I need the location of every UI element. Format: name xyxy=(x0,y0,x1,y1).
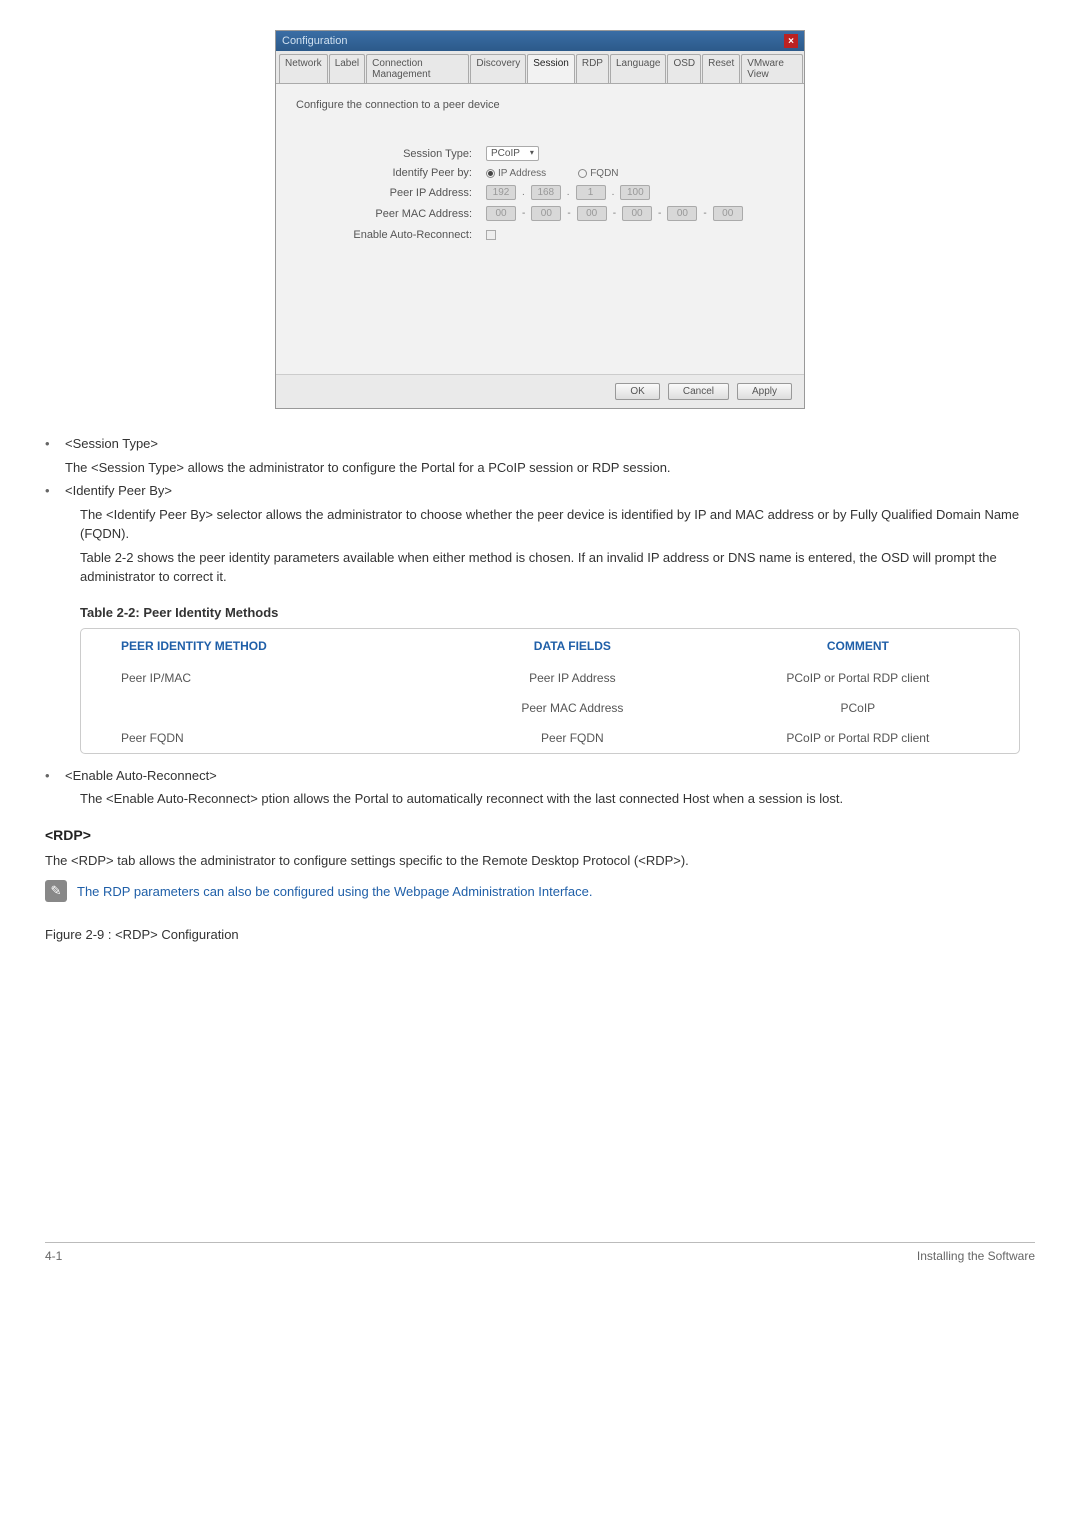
auto-reconnect-label: Enable Auto-Reconnect: xyxy=(296,229,486,241)
figure-label: Figure 2-9 : <RDP> Configuration xyxy=(45,927,1035,942)
tab-language[interactable]: Language xyxy=(610,54,667,83)
tab-reset[interactable]: Reset xyxy=(702,54,740,83)
mac-octet[interactable]: 00 xyxy=(622,206,652,221)
paragraph: The <Identify Peer By> selector allows t… xyxy=(80,505,1035,544)
session-type-select[interactable]: PCoIP xyxy=(486,146,539,161)
tab-connection-management[interactable]: Connection Management xyxy=(366,54,469,83)
peer-mac-label: Peer MAC Address: xyxy=(296,208,486,220)
table-header-row: PEER IDENTITY METHOD DATA FIELDS COMMENT xyxy=(81,629,1019,663)
table-row: Peer MAC Address PCoIP xyxy=(81,693,1019,723)
peer-mac-value: 00- 00- 00- 00- 00- 00 xyxy=(486,206,743,221)
note-text: The RDP parameters can also be configure… xyxy=(77,880,592,902)
bullet-title: <Enable Auto-Reconnect> xyxy=(65,766,1035,786)
dialog-wrapper: Configuration × Network Label Connection… xyxy=(45,30,1035,409)
paragraph: The <Enable Auto-Reconnect> ption allows… xyxy=(80,789,1035,809)
mac-octet[interactable]: 00 xyxy=(577,206,607,221)
bullet-title: <Identify Peer By> xyxy=(65,481,1035,501)
list-item: • <Session Type> xyxy=(45,434,1035,454)
dialog-desc: Configure the connection to a peer devic… xyxy=(296,99,784,111)
table-header: DATA FIELDS xyxy=(448,629,697,663)
ip-octet[interactable]: 168 xyxy=(531,185,561,200)
peer-ip-label: Peer IP Address: xyxy=(296,187,486,199)
note-icon: ✎ xyxy=(45,880,67,902)
table-title: Table 2-2: Peer Identity Methods xyxy=(80,605,1035,620)
bullet-icon: • xyxy=(45,481,65,501)
tab-vmware-view[interactable]: VMware View xyxy=(741,54,803,83)
paragraph: Table 2-2 shows the peer identity parame… xyxy=(80,548,1035,587)
tab-discovery[interactable]: Discovery xyxy=(470,54,526,83)
table-row: Peer FQDN Peer FQDN PCoIP or Portal RDP … xyxy=(81,723,1019,753)
dialog-body: Configure the connection to a peer devic… xyxy=(276,84,804,374)
dialog-title: Configuration xyxy=(282,35,347,47)
close-icon[interactable]: × xyxy=(784,34,798,48)
paragraph: The <Session Type> allows the administra… xyxy=(65,458,1035,478)
list-item: • <Identify Peer By> xyxy=(45,481,1035,501)
dialog-footer: OK Cancel Apply xyxy=(276,374,804,408)
paragraph: The <RDP> tab allows the administrator t… xyxy=(45,851,1035,871)
ip-octet[interactable]: 192 xyxy=(486,185,516,200)
bullet-icon: • xyxy=(45,434,65,454)
ip-octet[interactable]: 100 xyxy=(620,185,650,200)
radio-ip-address[interactable]: IP Address xyxy=(486,168,546,179)
page-footer: 4-1 Installing the Software xyxy=(45,1242,1035,1263)
mac-octet[interactable]: 00 xyxy=(713,206,743,221)
radio-fqdn[interactable]: FQDN xyxy=(578,168,618,179)
tab-label[interactable]: Label xyxy=(329,54,365,83)
table-header: COMMENT xyxy=(697,629,1019,663)
bullet-title: <Session Type> xyxy=(65,434,1035,454)
peer-identity-table: PEER IDENTITY METHOD DATA FIELDS COMMENT… xyxy=(80,628,1020,754)
apply-button[interactable]: Apply xyxy=(737,383,792,400)
session-type-label: Session Type: xyxy=(296,148,486,160)
mac-octet[interactable]: 00 xyxy=(667,206,697,221)
list-item: • <Enable Auto-Reconnect> xyxy=(45,766,1035,786)
tab-osd[interactable]: OSD xyxy=(667,54,701,83)
ok-button[interactable]: OK xyxy=(615,383,659,400)
config-dialog: Configuration × Network Label Connection… xyxy=(275,30,805,409)
footer-left: 4-1 xyxy=(45,1249,62,1263)
bullet-icon: • xyxy=(45,766,65,786)
tab-network[interactable]: Network xyxy=(279,54,328,83)
tab-session[interactable]: Session xyxy=(527,54,575,83)
tab-row: Network Label Connection Management Disc… xyxy=(276,51,804,84)
peer-ip-value: 192. 168. 1. 100 xyxy=(486,185,650,200)
section-heading: <RDP> xyxy=(45,827,1035,843)
tab-rdp[interactable]: RDP xyxy=(576,54,609,83)
table-header: PEER IDENTITY METHOD xyxy=(81,629,448,663)
note: ✎ The RDP parameters can also be configu… xyxy=(45,880,1035,902)
mac-octet[interactable]: 00 xyxy=(531,206,561,221)
titlebar: Configuration × xyxy=(276,31,804,51)
table-row: Peer IP/MAC Peer IP Address PCoIP or Por… xyxy=(81,663,1019,693)
table-wrapper: PEER IDENTITY METHOD DATA FIELDS COMMENT… xyxy=(80,628,1035,754)
identify-peer-label: Identify Peer by: xyxy=(296,167,486,179)
mac-octet[interactable]: 00 xyxy=(486,206,516,221)
cancel-button[interactable]: Cancel xyxy=(668,383,729,400)
auto-reconnect-checkbox[interactable] xyxy=(486,230,496,240)
ip-octet[interactable]: 1 xyxy=(576,185,606,200)
footer-right: Installing the Software xyxy=(917,1249,1035,1263)
